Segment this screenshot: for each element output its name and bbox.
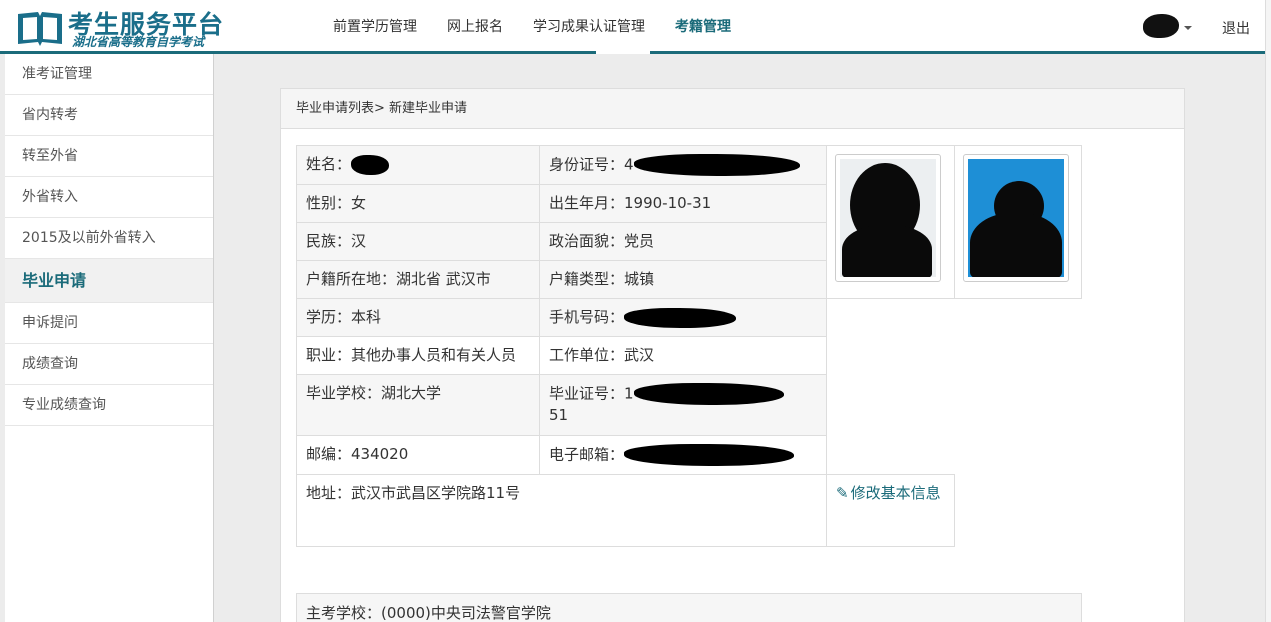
empty-space: [827, 299, 1082, 475]
sidebar-item-graduation[interactable]: 毕业申请: [5, 259, 213, 303]
breadcrumb: 毕业申请列表> 新建毕业申请: [281, 89, 1184, 129]
sidebar-item-appeal[interactable]: 申诉提问: [5, 303, 213, 344]
exam-photo: [963, 154, 1069, 282]
education-cell: 学历：本科: [296, 298, 540, 337]
redaction: [624, 307, 737, 328]
top-header: 考生服务平台 湖北省高等教育自学考试 前置学历管理 网上报名 学习成果认证管理 …: [0, 0, 1271, 54]
logo-subtitle: 湖北省高等教育自学考试: [72, 35, 205, 49]
top-nav: 前置学历管理 网上报名 学习成果认证管理 考籍管理: [318, 0, 746, 54]
hukou-type-cell: 户籍类型：城镇: [539, 260, 827, 299]
nav-credit-recognition[interactable]: 学习成果认证管理: [518, 0, 660, 54]
sidebar-item-legacy-transfer-in[interactable]: 2015及以前外省转入: [5, 218, 213, 259]
book-logo-icon: [18, 12, 62, 46]
employer-cell: 工作单位：武汉: [539, 336, 827, 375]
certificate-cell: 毕业证号：1 51: [539, 374, 827, 436]
sidebar-item-major-scores[interactable]: 专业成绩查询: [5, 385, 213, 426]
logout-link[interactable]: 退出: [1222, 18, 1250, 38]
id-photo: [835, 154, 941, 282]
postcode-cell: 邮编：434020: [296, 435, 540, 475]
id-number-cell: 身份证号：4: [539, 145, 827, 185]
birth-cell: 出生年月：1990-10-31: [539, 184, 827, 223]
redaction: [633, 383, 784, 405]
political-status-cell: 政治面貌：党员: [539, 222, 827, 261]
edit-cell: ✎ 修改基本信息: [826, 474, 955, 547]
avatar[interactable]: [1143, 14, 1179, 38]
address-cell: 地址：武汉市武昌区学院路11号: [296, 474, 827, 547]
sidebar-item-in-province-transfer[interactable]: 省内转考: [5, 95, 213, 136]
pencil-icon: ✎: [836, 484, 849, 502]
redaction: [351, 154, 390, 175]
school-cell: 毕业学校：湖北大学: [296, 374, 540, 436]
sidebar-item-admission-card[interactable]: 准考证管理: [5, 54, 213, 95]
ethnicity-cell: 民族：汉: [296, 222, 540, 261]
photo-cell-1: [826, 145, 955, 299]
sidebar-item-transfer-in[interactable]: 外省转入: [5, 177, 213, 218]
nav-exam-record[interactable]: 考籍管理: [660, 0, 746, 54]
name-cell: 姓名：: [296, 145, 540, 185]
sidebar-item-scores[interactable]: 成绩查询: [5, 344, 213, 385]
nav-indicator: [596, 51, 650, 54]
nav-online-registration[interactable]: 网上报名: [432, 0, 518, 54]
logo[interactable]: 考生服务平台 湖北省高等教育自学考试: [16, 6, 223, 50]
caret-down-icon[interactable]: [1184, 26, 1192, 30]
hukou-location-cell: 户籍所在地：湖北省 武汉市: [296, 260, 540, 299]
main-exam-school: 主考学校：(0000)中央司法警官学院: [296, 593, 1082, 622]
nav-prior-education[interactable]: 前置学历管理: [318, 0, 432, 54]
redaction: [633, 154, 800, 176]
graduation-form-panel: 毕业申请列表> 新建毕业申请 姓名： 身份证号：4 性别：女 出生年月：1990…: [280, 88, 1185, 622]
email-cell: 电子邮箱：: [539, 435, 827, 475]
photo-cell-2: [954, 145, 1082, 299]
sidebar-item-transfer-out[interactable]: 转至外省: [5, 136, 213, 177]
redaction: [624, 444, 795, 466]
sidebar: 准考证管理 省内转考 转至外省 外省转入 2015及以前外省转入 毕业申请 申诉…: [5, 54, 214, 622]
phone-cell: 手机号码：: [539, 298, 827, 337]
edit-basic-info-link[interactable]: ✎ 修改基本信息: [836, 484, 941, 502]
applicant-info-table: 姓名： 身份证号：4 性别：女 出生年月：1990-10-31 民族：汉 政治面…: [296, 145, 1082, 547]
scrollbar[interactable]: [1265, 0, 1271, 622]
occupation-cell: 职业：其他办事人员和有关人员: [296, 336, 540, 375]
gender-cell: 性别：女: [296, 184, 540, 223]
